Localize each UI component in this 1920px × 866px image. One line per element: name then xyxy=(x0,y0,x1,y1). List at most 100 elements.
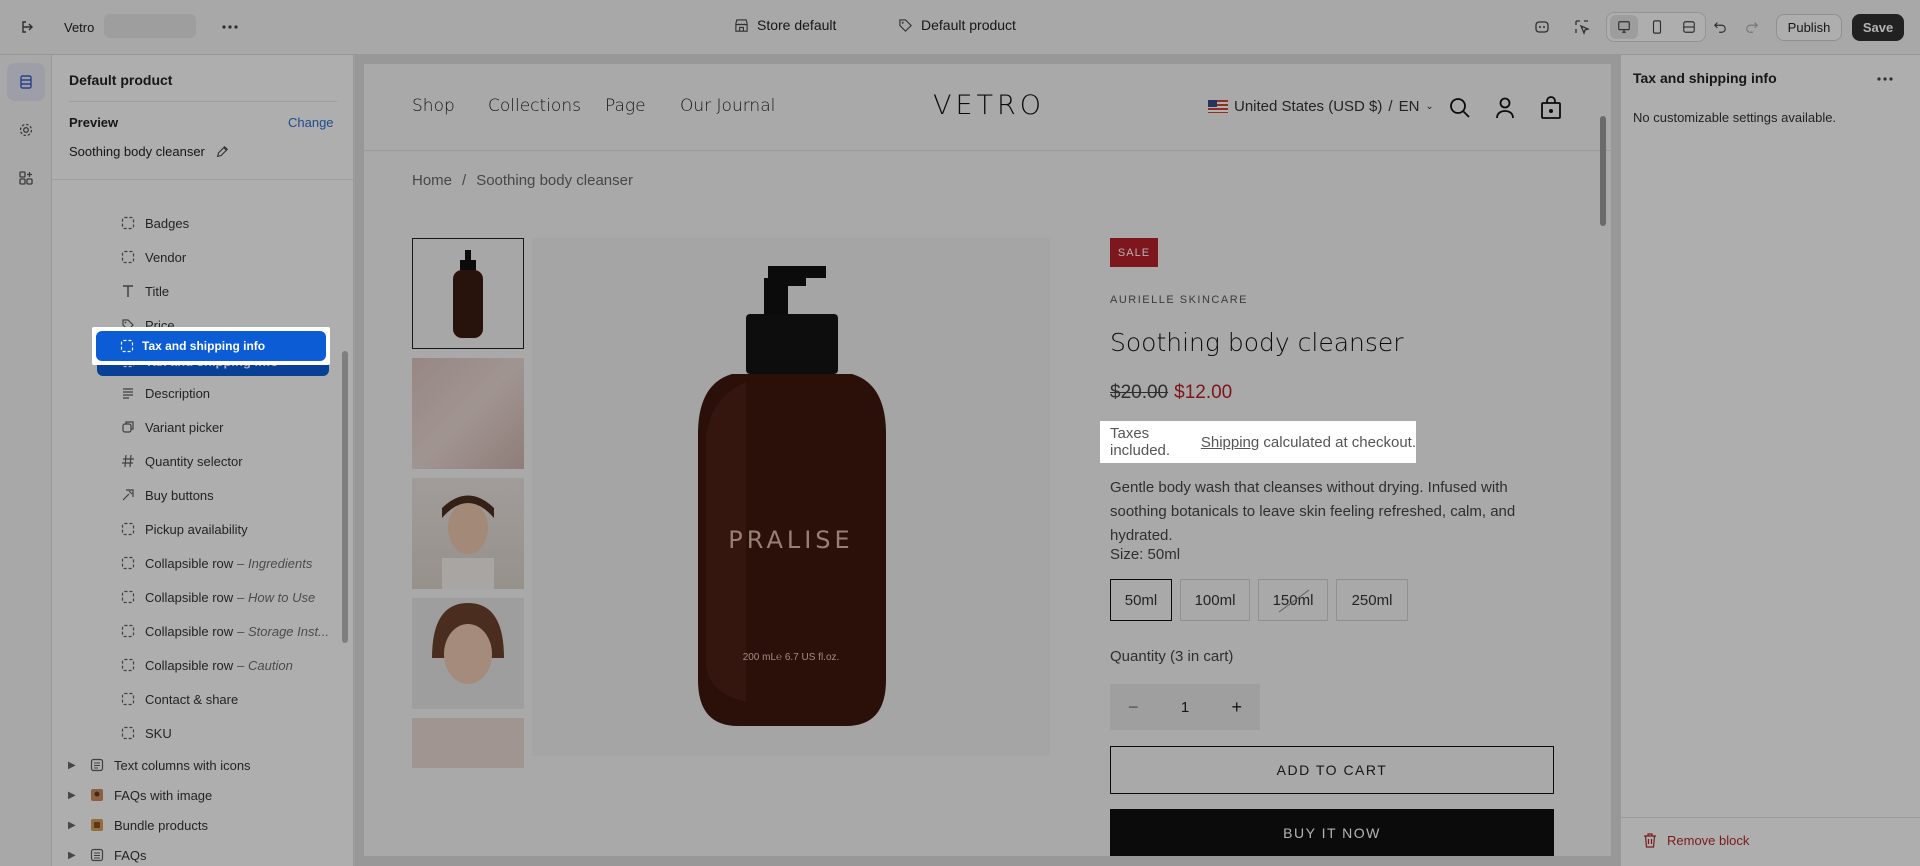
block-icon xyxy=(120,339,134,353)
block-vendor[interactable]: Vendor xyxy=(119,244,353,270)
undo-icon[interactable] xyxy=(1706,13,1734,41)
breadcrumb-home[interactable]: Home xyxy=(412,172,452,189)
sidebar-divider xyxy=(69,101,337,102)
save-button[interactable]: Save xyxy=(1852,14,1904,41)
thumbnail-4[interactable] xyxy=(412,598,524,709)
exit-icon[interactable] xyxy=(14,13,42,41)
preview-label: Preview xyxy=(69,115,119,130)
chevron-right-icon[interactable]: ▶ xyxy=(68,820,82,831)
fullscreen-view-icon[interactable] xyxy=(1675,15,1703,39)
chevron-right-icon[interactable]: ▶ xyxy=(68,760,82,771)
size-option-250ml[interactable]: 250ml xyxy=(1336,579,1408,621)
ai-assistant-icon[interactable] xyxy=(1528,13,1556,41)
search-icon[interactable] xyxy=(1449,97,1471,119)
block-badges[interactable]: Badges xyxy=(119,210,353,236)
plus-icon[interactable]: + xyxy=(1231,697,1242,718)
block-variant-picker[interactable]: Variant picker xyxy=(119,414,353,440)
block-icon xyxy=(119,724,137,742)
highlight-sidebar-item[interactable]: Tax and shipping info xyxy=(92,327,330,365)
size-option-100ml[interactable]: 100ml xyxy=(1180,579,1250,621)
language-label: EN xyxy=(1398,98,1420,115)
theme-settings-rail-button[interactable] xyxy=(7,111,45,149)
chevron-right-icon[interactable]: ▶ xyxy=(68,850,82,861)
thumbnail-2[interactable] xyxy=(412,358,524,469)
account-icon[interactable] xyxy=(1495,97,1515,119)
store-preview: Shop Collections Page Our Journal VETRO … xyxy=(364,64,1611,856)
block-collapsible-how-to-use[interactable]: Collapsible row – How to Use xyxy=(119,584,353,610)
store-template-selector[interactable]: Store default xyxy=(734,17,836,33)
section-bundle-products[interactable]: ▶ Bundle products xyxy=(68,812,353,838)
locale-label: United States (USD $) xyxy=(1234,98,1383,115)
breadcrumb-current: Soothing body cleanser xyxy=(476,172,633,189)
nav-page[interactable]: Page xyxy=(605,96,646,116)
quantity-value[interactable]: 1 xyxy=(1181,699,1189,716)
desktop-view-icon[interactable] xyxy=(1610,15,1638,39)
product-template-label: Default product xyxy=(921,17,1016,33)
preview-product-label: Soothing body cleanser xyxy=(69,144,205,159)
size-option-150ml-unavailable[interactable]: 150ml xyxy=(1258,579,1328,621)
preview-product-name[interactable]: Soothing body cleanser xyxy=(69,144,229,159)
thumbnail-5[interactable] xyxy=(412,718,524,768)
chevron-right-icon[interactable]: ▶ xyxy=(68,790,82,801)
block-pickup-availability[interactable]: Pickup availability xyxy=(119,516,353,542)
add-to-cart-button[interactable]: ADD TO CART xyxy=(1110,746,1554,794)
block-icon xyxy=(119,248,137,266)
thumbnail-3[interactable] xyxy=(412,478,524,589)
sections-rail-button[interactable] xyxy=(7,63,45,101)
locale-separator: / xyxy=(1388,98,1393,115)
nav-our-journal[interactable]: Our Journal xyxy=(680,96,775,116)
block-sku[interactable]: SKU xyxy=(119,720,353,746)
nav-collections[interactable]: Collections xyxy=(488,96,581,116)
block-collapsible-ingredients[interactable]: Collapsible row – Ingredients xyxy=(119,550,353,576)
minus-icon[interactable]: − xyxy=(1128,697,1139,718)
mobile-view-icon[interactable] xyxy=(1643,15,1671,39)
gear-icon xyxy=(18,122,34,138)
title-icon xyxy=(119,282,137,300)
variant-icon xyxy=(119,418,137,436)
highlighted-tax-shipping-item[interactable]: Tax and shipping info xyxy=(96,331,326,361)
locale-selector[interactable]: United States (USD $) / EN ⌄ xyxy=(1208,98,1434,115)
block-description[interactable]: Description xyxy=(119,380,353,406)
product-title: Soothing body cleanser xyxy=(1110,328,1404,357)
block-quantity-selector[interactable]: Quantity selector xyxy=(119,448,353,474)
publish-button[interactable]: Publish xyxy=(1776,14,1842,41)
block-icon xyxy=(119,622,137,640)
nav-shop[interactable]: Shop xyxy=(412,96,455,116)
apps-rail-button[interactable] xyxy=(7,159,45,197)
section-faqs[interactable]: ▶ FAQs xyxy=(68,842,353,866)
product-description: Gentle body wash that cleanses without d… xyxy=(1110,479,1516,544)
block-contact-share[interactable]: Contact & share xyxy=(119,686,353,712)
block-sublabel: – Storage Inst... xyxy=(237,623,329,639)
store-logo[interactable]: VETRO xyxy=(933,90,1045,121)
cart-icon[interactable] xyxy=(1540,96,1562,120)
more-options-icon[interactable] xyxy=(216,13,244,41)
inspector-icon[interactable] xyxy=(1568,13,1596,41)
store-scrollbar-thumb[interactable] xyxy=(1600,116,1606,226)
product-template-selector[interactable]: Default product xyxy=(898,17,1016,33)
block-buy-buttons[interactable]: Buy buttons xyxy=(119,482,353,508)
buy-it-now-button[interactable]: BUY IT NOW xyxy=(1110,809,1554,856)
pencil-icon[interactable] xyxy=(215,145,229,159)
redo-icon[interactable] xyxy=(1738,13,1766,41)
sale-badge: SALE xyxy=(1110,238,1158,267)
shipping-policy-link[interactable]: Shipping xyxy=(1201,434,1259,451)
block-icon xyxy=(119,520,137,538)
thumbnail-1[interactable] xyxy=(412,238,524,349)
section-faqs-with-image[interactable]: ▶ FAQs with image xyxy=(68,782,353,808)
size-option-50ml[interactable]: 50ml xyxy=(1110,579,1172,621)
section-text-columns[interactable]: ▶ Text columns with icons xyxy=(68,752,353,778)
change-preview-link[interactable]: Change xyxy=(288,115,334,130)
block-collapsible-caution[interactable]: Collapsible row – Caution xyxy=(119,652,353,678)
bottle-volume-label: 200 mL℮ 6.7 US fl.oz. xyxy=(742,652,840,663)
block-title[interactable]: Title xyxy=(119,278,353,304)
calculated-at-checkout-text: calculated at checkout. xyxy=(1259,433,1416,451)
highlight-tax-shipping-text[interactable]: Taxes included. Shipping calculated at c… xyxy=(1100,421,1416,463)
store-name[interactable]: Vetro xyxy=(64,20,94,35)
block-icon xyxy=(119,554,137,572)
main-product-image[interactable]: PRALISE 200 mL℮ 6.7 US fl.oz. xyxy=(532,238,1050,756)
remove-block-button[interactable]: Remove block xyxy=(1643,833,1749,848)
block-label: Quantity selector xyxy=(145,453,243,469)
block-label: Buy buttons xyxy=(145,487,214,503)
more-options-icon[interactable] xyxy=(1877,77,1893,81)
block-collapsible-storage[interactable]: Collapsible row – Storage Inst... xyxy=(119,618,353,644)
